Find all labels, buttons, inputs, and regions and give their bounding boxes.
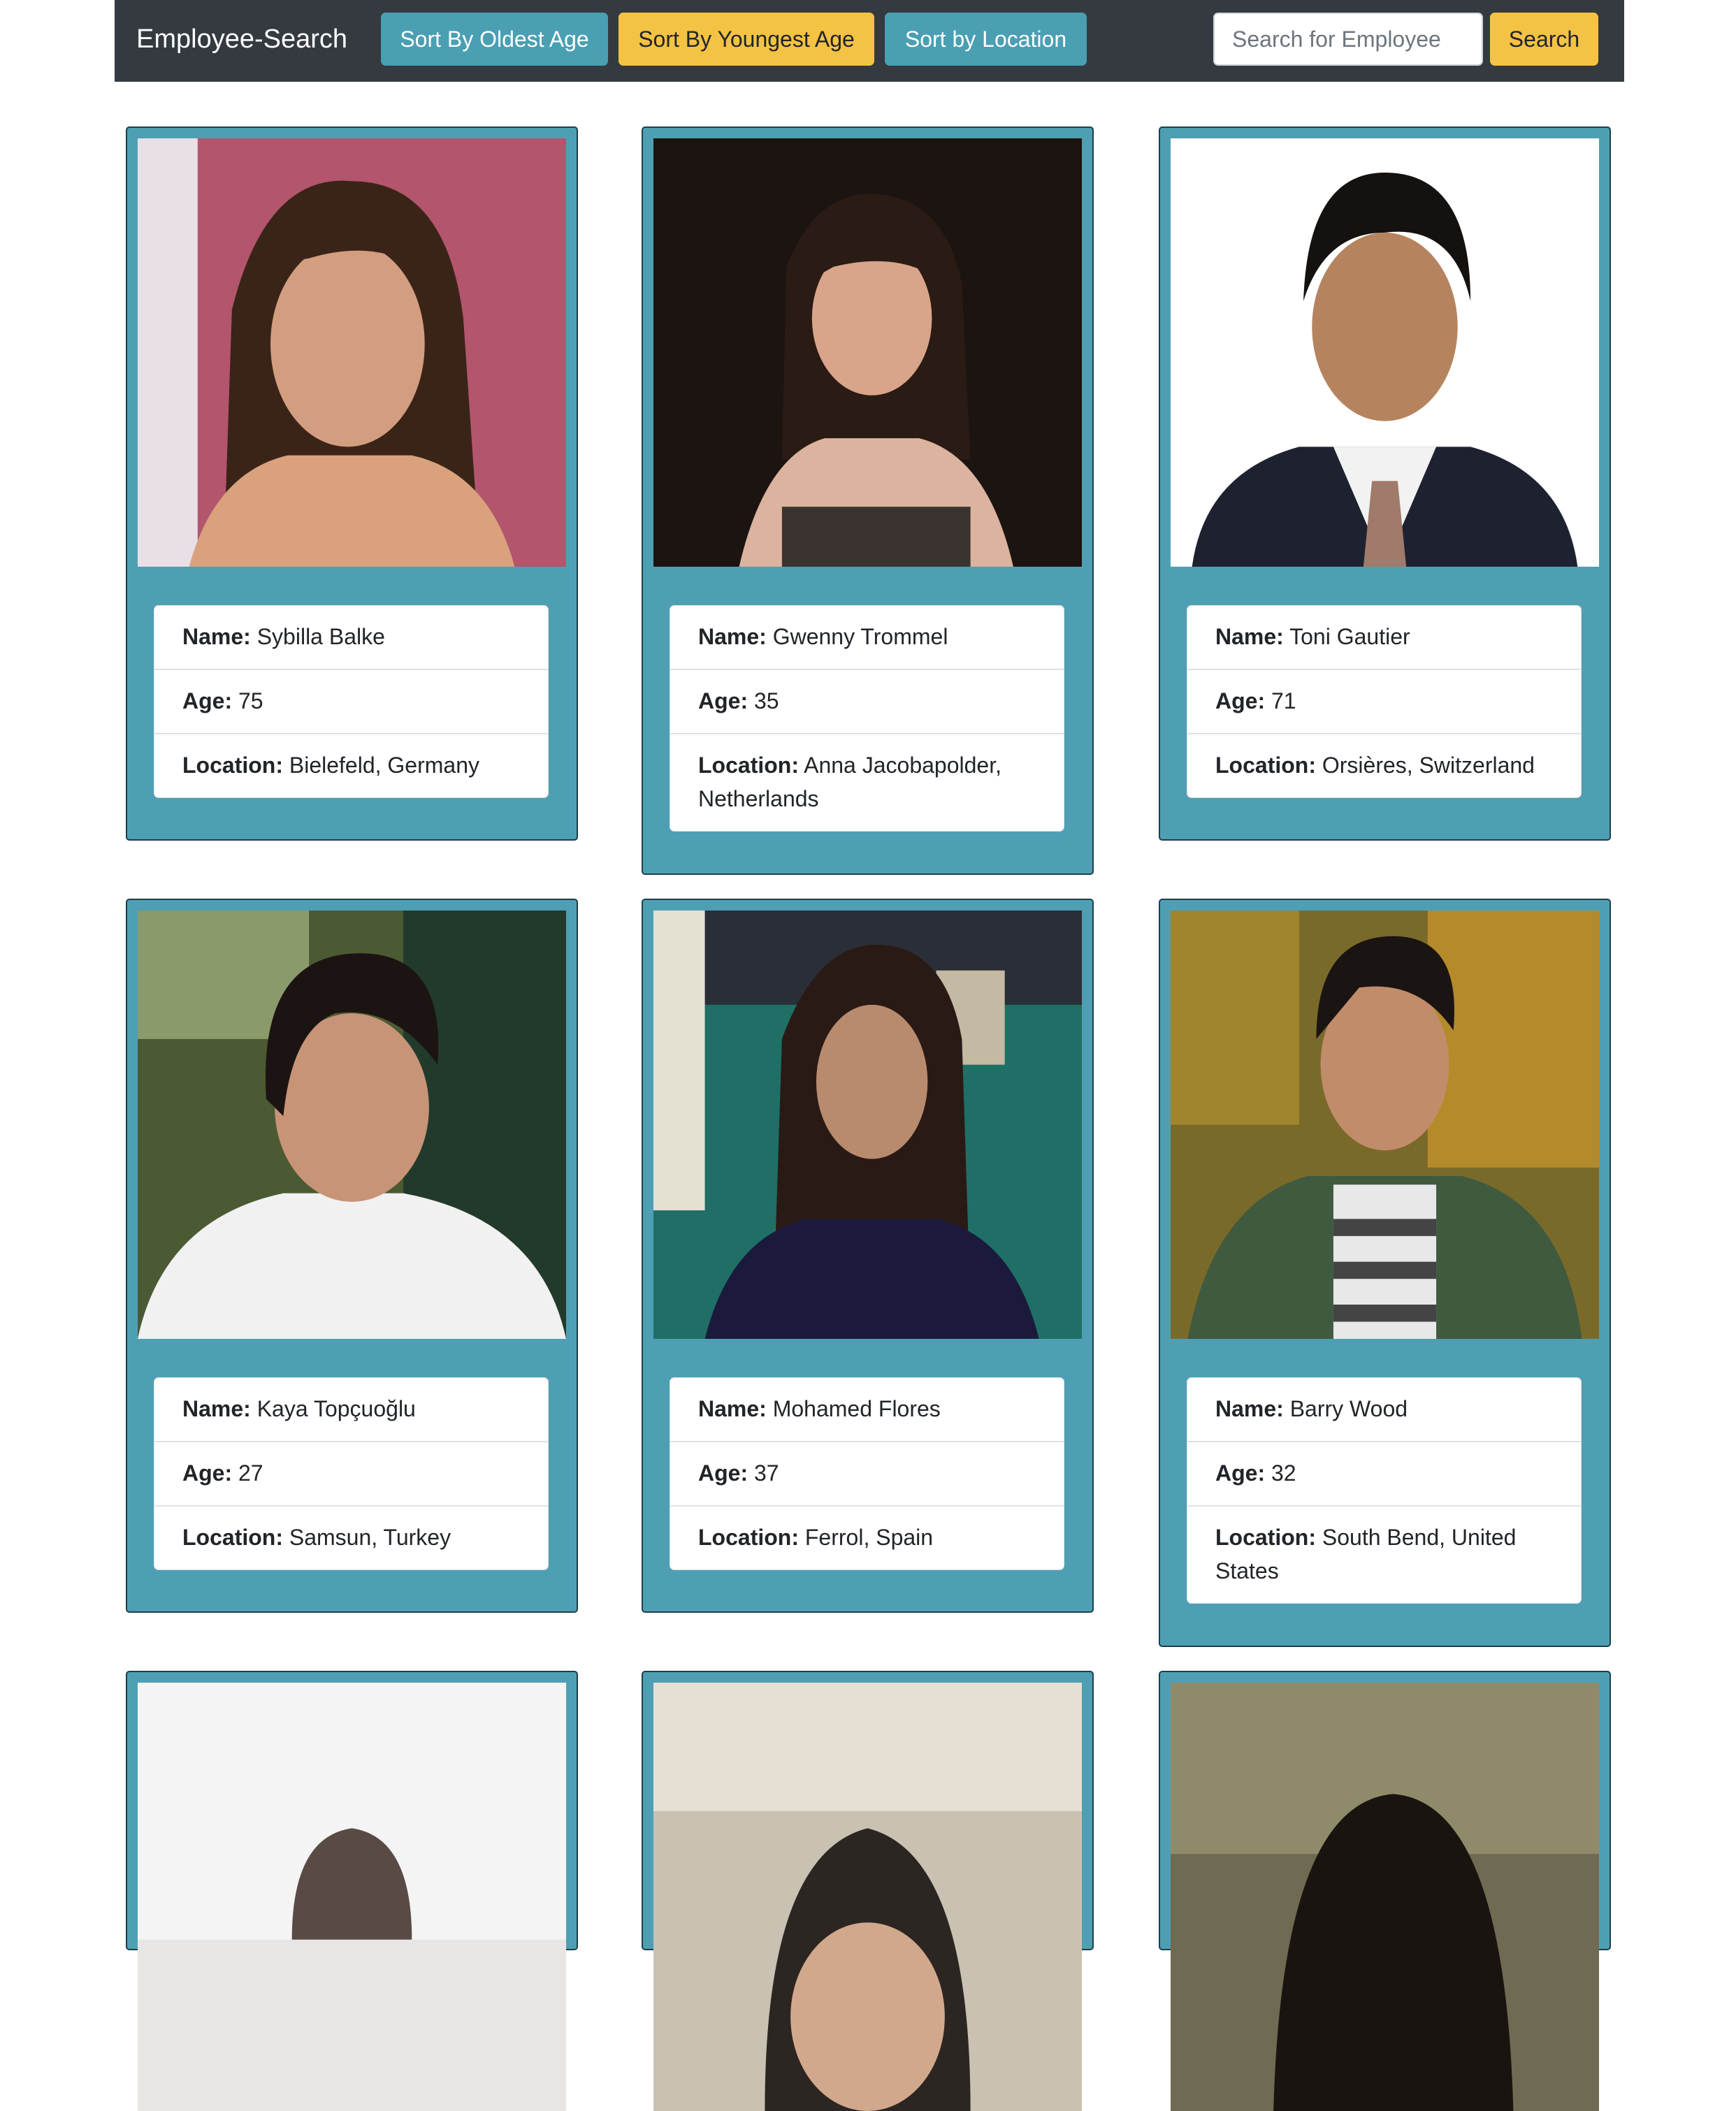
employee-info: Name: Gwenny Trommel Age: 35 Location: A… [670,605,1064,832]
employee-info: Name: Toni Gautier Age: 71 Location: Ors… [1187,605,1582,798]
age-label: Age: [698,1460,748,1486]
employee-info: Name: Sybilla Balke Age: 75 Location: Bi… [154,605,549,798]
navbar-brand[interactable]: Employee-Search [136,0,347,82]
search-input[interactable] [1213,13,1483,66]
age-row: Age: 71 [1187,669,1581,733]
employee-age: 35 [754,688,779,713]
navbar: Employee-Search Sort By Oldest Age Sort … [115,0,1624,82]
name-row: Name: Barry Wood [1187,1378,1581,1441]
name-label: Name: [1215,1396,1284,1421]
employee-card: Name: Toni Gautier Age: 71 Location: Ors… [1159,126,1611,841]
employee-photo [138,138,566,567]
age-label: Age: [698,688,748,713]
age-label: Age: [182,688,233,713]
employee-age: 71 [1271,688,1296,713]
name-row: Name: Toni Gautier [1187,606,1581,669]
employee-name: Gwenny Trommel [772,624,948,649]
location-row: Location: Orsières, Switzerland [1187,733,1581,797]
name-row: Name: Gwenny Trommel [670,606,1064,669]
employee-photo [653,138,1082,567]
employee-location: Ferrol, Spain [804,1525,934,1550]
employee-location: Bielefeld, Germany [289,753,479,778]
employee-photo [138,1683,566,2111]
age-label: Age: [1215,1460,1266,1486]
employee-card: Name: Kaya Topçuoğlu Age: 27 Location: S… [126,899,578,1613]
employee-location: Orsières, Switzerland [1322,753,1535,778]
employee-photo [653,911,1082,1339]
employee-age: 37 [754,1460,779,1486]
name-label: Name: [698,624,767,649]
age-row: Age: 35 [670,669,1064,733]
name-row: Name: Kaya Topçuoğlu [154,1378,548,1441]
name-label: Name: [182,1396,251,1421]
location-row: Location: Samsun, Turkey [154,1505,548,1569]
age-label: Age: [1215,688,1266,713]
employee-name: Barry Wood [1289,1396,1408,1421]
employee-card [126,1671,578,2111]
age-label: Age: [182,1460,233,1486]
search-button[interactable]: Search [1490,13,1598,66]
employee-age: 27 [238,1460,263,1486]
employee-info: Name: Barry Wood Age: 32 Location: South… [1187,1377,1582,1604]
name-label: Name: [698,1396,767,1421]
employee-info: Name: Mohamed Flores Age: 37 Location: F… [670,1377,1064,1570]
employee-photo [653,1683,1082,2111]
employee-card: Name: Sybilla Balke Age: 75 Location: Bi… [126,126,578,841]
employee-name: Toni Gautier [1289,624,1410,649]
name-row: Name: Sybilla Balke [154,606,548,669]
employee-card: Name: Mohamed Flores Age: 37 Location: F… [642,899,1094,1613]
employee-photo [138,911,566,1339]
sort-oldest-button[interactable]: Sort By Oldest Age [381,13,608,66]
location-row: Location: Bielefeld, Germany [154,733,548,797]
age-row: Age: 27 [154,1441,548,1505]
location-label: Location: [182,1525,283,1550]
employee-card [642,1671,1094,2111]
employee-name: Sybilla Balke [256,624,385,649]
employee-name: Kaya Topçuoğlu [256,1396,416,1421]
age-row: Age: 32 [1187,1441,1581,1505]
employee-name: Mohamed Flores [772,1396,941,1421]
employee-photo [1171,911,1599,1339]
employee-location: Samsun, Turkey [289,1525,451,1550]
location-label: Location: [698,753,799,778]
sort-youngest-button[interactable]: Sort By Youngest Age [619,13,874,66]
employee-card: Name: Gwenny Trommel Age: 35 Location: A… [642,126,1094,875]
employee-age: 32 [1271,1460,1296,1486]
age-row: Age: 75 [154,669,548,733]
location-label: Location: [1215,1525,1316,1550]
employee-photo [1171,1683,1599,2111]
name-label: Name: [182,624,251,649]
employee-age: 75 [238,688,263,713]
location-label: Location: [698,1525,799,1550]
sort-location-button[interactable]: Sort by Location [885,13,1087,66]
location-row: Location: Ferrol, Spain [670,1505,1064,1569]
age-row: Age: 37 [670,1441,1064,1505]
employee-photo [1171,138,1599,567]
location-row: Location: Anna Jacobapolder, Netherlands [670,733,1064,831]
location-label: Location: [182,753,283,778]
name-label: Name: [1215,624,1284,649]
location-label: Location: [1215,753,1316,778]
employee-card: Name: Barry Wood Age: 32 Location: South… [1159,899,1611,1647]
employee-info: Name: Kaya Topçuoğlu Age: 27 Location: S… [154,1377,549,1570]
employee-card [1159,1671,1611,2111]
name-row: Name: Mohamed Flores [670,1378,1064,1441]
location-row: Location: South Bend, United States [1187,1505,1581,1603]
